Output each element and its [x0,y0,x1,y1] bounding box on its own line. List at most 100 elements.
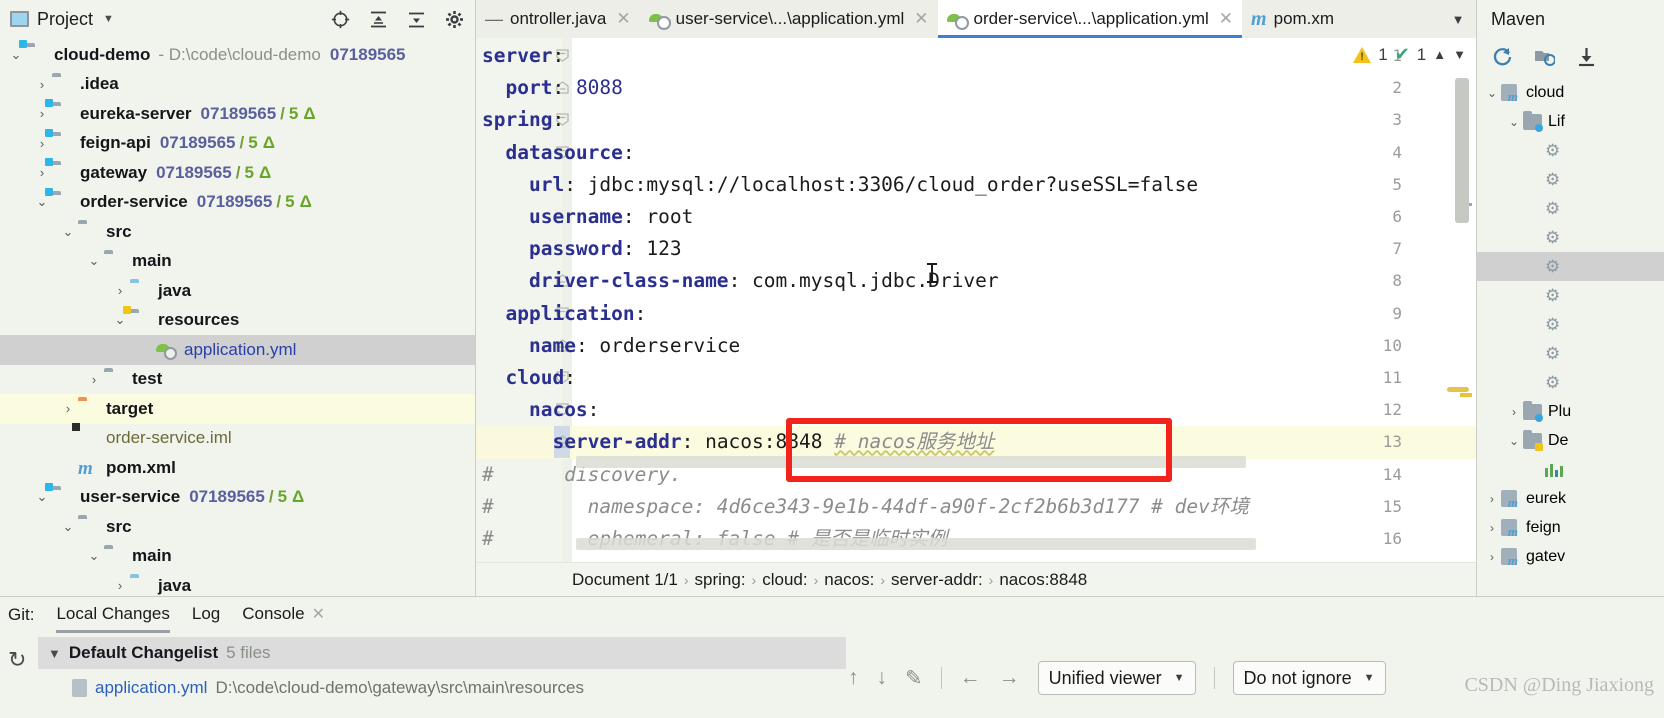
maven-tree-item-plu[interactable]: › Plu [1477,397,1664,426]
tab-overflow-chevron-down-icon[interactable]: ▼ [1440,0,1476,38]
code-line-5[interactable]: url: jdbc:mysql://localhost:3306/cloud_o… [482,169,1198,201]
code-line-2[interactable]: port: 8088 [482,72,622,104]
download-sources-icon[interactable] [1575,45,1597,67]
edit-pencil-icon[interactable]: ✎ [905,666,923,691]
close-icon[interactable]: ✕ [914,9,928,29]
project-tree-item-eureka-server[interactable]: › eureka-server 07189565/5 Δ [0,99,475,129]
project-tree-item-java[interactable]: › java [0,276,475,306]
maven-tree-item-lif[interactable]: ⌄ Lif [1477,107,1664,136]
editor-vertical-scrollbar-thumb[interactable] [1455,78,1469,223]
tree-expander-expanded[interactable]: ⌄ [110,312,130,328]
project-tree-item-src[interactable]: ⌄ src [0,217,475,247]
locate-icon[interactable] [329,8,351,30]
code-line-13[interactable]: server-addr: nacos:8848 # nacos服务地址 [482,426,994,458]
maven-tree-item-cloud[interactable]: ⌄ cloud [1477,78,1664,107]
maven-tree-item-goal-7[interactable]: ⚙ [1477,281,1664,310]
maven-tree-item-eurek[interactable]: › eurek [1477,484,1664,513]
viewer-mode-select[interactable]: Unified viewer ▼ [1037,661,1196,695]
tree-expander-collapsed[interactable]: › [1483,492,1501,506]
maven-tree-item-goal-6[interactable]: ⚙ [1477,252,1664,281]
tree-expander-collapsed[interactable]: › [32,136,52,151]
refresh-icon[interactable]: ↻ [8,647,26,673]
code-line-12[interactable]: nacos: [482,394,599,426]
chevron-up-icon[interactable]: ▲ [1433,47,1446,62]
project-tree-item-src[interactable]: ⌄ src [0,512,475,542]
breadcrumb-item[interactable]: cloud: [762,570,807,590]
project-tree-item-target[interactable]: › target [0,394,475,424]
editor-tab-ontroller-java[interactable]: — ontroller.java ✕ [476,0,640,38]
changelist-row[interactable]: ▼ Default Changelist 5 files [38,637,846,669]
project-tree-item-order-service-iml[interactable]: order-service.iml [0,424,475,454]
prev-diff-left-icon[interactable]: ← [960,666,981,690]
tree-expander-expanded[interactable]: ⌄ [84,253,104,269]
inspection-widget[interactable]: 1 ✔ 1 ▲ ▼ [1353,44,1466,65]
editor-tab-user-service-application-yml[interactable]: user-service\...\application.yml ✕ [640,0,938,38]
code-line-3[interactable]: spring: [482,104,564,136]
tree-expander-expanded[interactable]: ⌄ [1505,434,1523,448]
tree-expander-collapsed[interactable]: › [84,372,104,387]
tree-expander-expanded[interactable]: ⌄ [1505,115,1523,129]
editor-breadcrumb[interactable]: Document 1/1 › spring: › cloud: › nacos: › serve… [476,562,1476,596]
maven-tree-item-goal-10[interactable]: ⚙ [1477,368,1664,397]
tree-expander-collapsed[interactable]: › [32,106,52,121]
tree-expander-collapsed[interactable]: › [110,283,130,298]
tree-expander-expanded[interactable]: ⌄ [58,519,78,535]
tree-expander-expanded[interactable]: ⌄ [6,47,26,63]
project-tree-item-cloud-demo[interactable]: ⌄ cloud-demo - D:\code\cloud-demo 07189565 [0,40,475,70]
close-icon[interactable]: ✕ [312,606,325,623]
maven-tree-item-goal-8[interactable]: ⚙ [1477,310,1664,339]
tree-expander-collapsed[interactable]: › [1483,550,1501,564]
reload-icon[interactable] [1491,45,1513,67]
project-tree-item-gateway[interactable]: › gateway 07189565/5 Δ [0,158,475,188]
project-tree-item-application-yml[interactable]: application.yml [0,335,475,365]
code-line-7[interactable]: password: 123 [482,233,682,265]
breadcrumb-item[interactable]: nacos: [824,570,874,590]
tree-expander-collapsed[interactable]: › [110,578,130,593]
chevron-down-icon[interactable]: ▼ [48,646,61,661]
project-tree-item-java[interactable]: › java [0,571,475,596]
prev-change-up-icon[interactable]: ↑ [848,666,859,690]
breadcrumb-item[interactable]: Document 1/1 [572,570,678,590]
add-maven-project-icon[interactable] [1533,45,1555,67]
settings-gear-icon[interactable] [443,8,465,30]
breadcrumb-item[interactable]: server-addr: [891,570,983,590]
collapse-all-icon[interactable] [405,8,427,30]
breadcrumb-item[interactable]: nacos:8848 [999,570,1087,590]
git-tab-log[interactable]: Log [192,604,220,626]
tree-expander-collapsed[interactable]: › [1505,405,1523,419]
expand-all-icon[interactable] [367,8,389,30]
code-line-15[interactable]: # namespace: 4d6ce343-9e1b-44df-a90f-2cf… [482,491,1249,523]
project-tree[interactable]: ⌄ cloud-demo - D:\code\cloud-demo 07189565 ›… [0,38,475,596]
maven-tree-item-de[interactable]: ⌄ De [1477,426,1664,455]
code-editor[interactable]: 1 server: 2 port: 8088 3 spring: 4 datasource… [476,38,1476,562]
maven-tree-item-goal-5[interactable]: ⚙ [1477,223,1664,252]
tree-expander-expanded[interactable]: ⌄ [58,224,78,240]
project-tree-item-main[interactable]: ⌄ main [0,247,475,277]
tree-expander-expanded[interactable]: ⌄ [32,194,52,210]
code-line-1[interactable]: server: [482,40,564,72]
tree-expander-expanded[interactable]: ⌄ [84,548,104,564]
tree-expander-collapsed[interactable]: › [32,165,52,180]
project-tree-item-feign-api[interactable]: › feign-api 07189565/5 Δ [0,128,475,159]
project-tree-item-main[interactable]: ⌄ main [0,542,475,572]
ignore-whitespace-select[interactable]: Do not ignore ▼ [1232,661,1386,695]
editor-tab-pom-xm[interactable]: m pom.xm [1242,0,1343,38]
code-line-4[interactable]: datasource: [482,137,634,169]
code-line-8[interactable]: driver-class-name: com.mysql.jdbc.Driver [482,265,999,297]
maven-tree-item-feign[interactable]: › feign [1477,513,1664,542]
project-tree-item-resources[interactable]: ⌄ resources [0,305,475,336]
maven-tree-item-goal-4[interactable]: ⚙ [1477,194,1664,223]
chevron-down-icon[interactable]: ▼ [1453,47,1466,62]
next-diff-right-icon[interactable]: → [999,666,1020,690]
close-icon[interactable]: ✕ [616,9,630,29]
git-tab-console[interactable]: Console ✕ [242,604,325,626]
breadcrumb-item[interactable]: spring: [695,570,746,590]
maven-tree-item-gatev[interactable]: › gatev [1477,542,1664,571]
code-line-6[interactable]: username: root [482,201,693,233]
code-line-9[interactable]: application: [482,298,646,330]
changelist-file-row[interactable]: application.yml D:\code\cloud-demo\gatew… [38,673,846,703]
next-change-down-icon[interactable]: ↓ [877,666,888,690]
project-tree-item-pom-xml[interactable]: m pom.xml [0,453,475,483]
editor-tab-order-service-application-yml[interactable]: order-service\...\application.yml ✕ [937,0,1243,38]
tree-expander-collapsed[interactable]: › [58,401,78,416]
